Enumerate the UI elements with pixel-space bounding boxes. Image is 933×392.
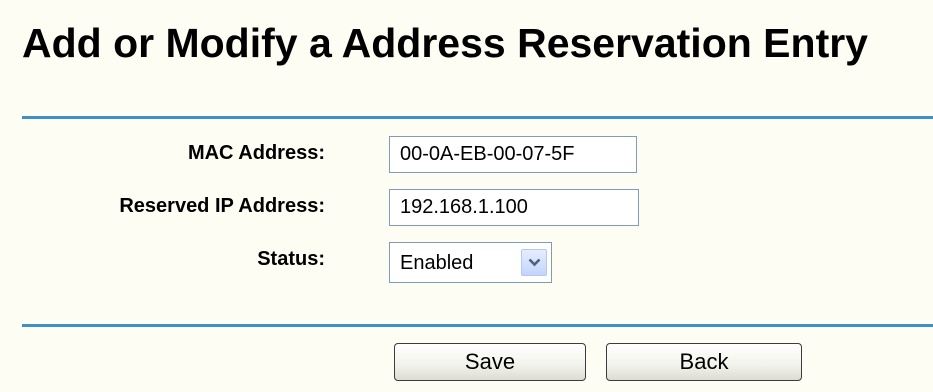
status-selected-value: Enabled [400,252,474,274]
bottom-divider [22,324,933,327]
reservation-page: Add or Modify a Address Reservation Entr… [0,0,933,392]
reserved-ip-input[interactable] [389,189,639,226]
status-select[interactable]: Enabled [389,242,552,283]
back-button[interactable]: Back [606,343,802,381]
save-button[interactable]: Save [394,343,586,381]
chevron-down-icon[interactable] [521,249,547,276]
top-divider [22,116,933,119]
reserved-ip-label: Reserved IP Address: [119,195,325,217]
page-title: Add or Modify a Address Reservation Entr… [22,20,868,66]
mac-address-label: MAC Address: [187,142,325,164]
status-label: Status: [257,248,325,270]
mac-address-input[interactable] [389,136,637,173]
